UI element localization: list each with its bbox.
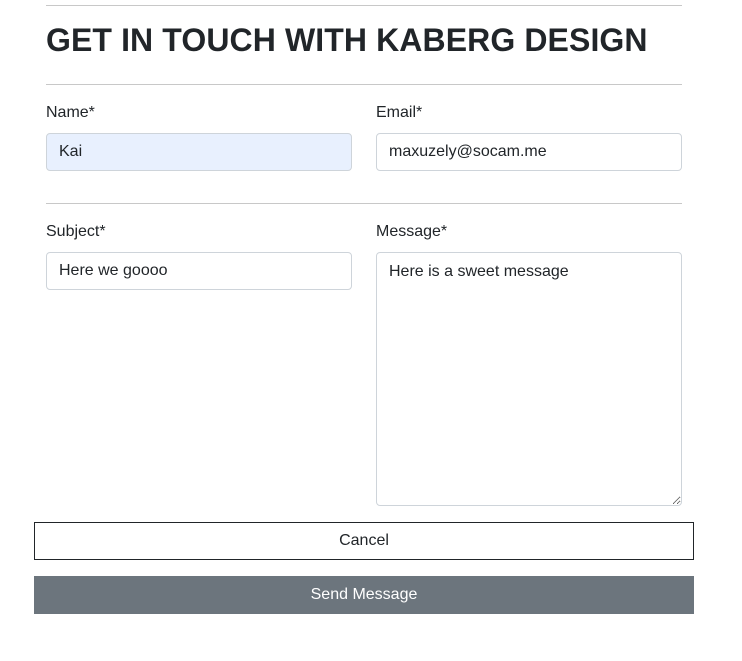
fields-divider [46,203,682,204]
top-divider [46,5,682,6]
email-label: Email* [376,104,423,121]
message-textarea[interactable]: Here is a sweet message [376,252,682,506]
subject-label: Subject* [46,223,106,240]
email-input[interactable] [376,133,682,171]
send-message-button[interactable]: Send Message [34,576,694,614]
page-title: GET IN TOUCH WITH KABERG DESIGN [46,22,648,58]
subject-input[interactable] [46,252,352,290]
title-divider [46,84,682,85]
name-label: Name* [46,104,95,121]
name-input[interactable] [46,133,352,171]
cancel-button[interactable]: Cancel [34,522,694,560]
message-label: Message* [376,223,448,240]
